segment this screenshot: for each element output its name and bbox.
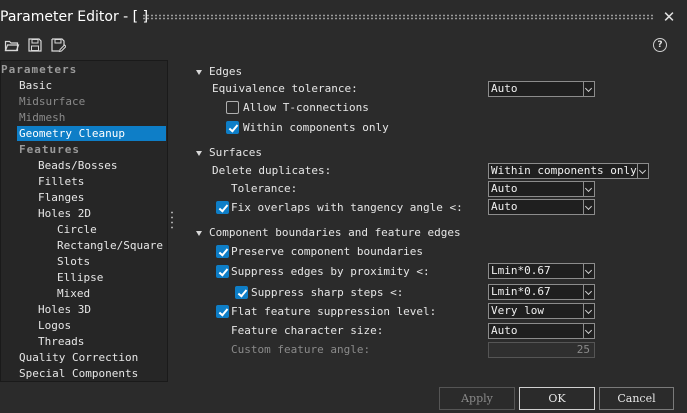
tolerance-value: Auto — [491, 182, 518, 195]
tolerance-label: Tolerance: — [231, 182, 298, 195]
tree-item-holes-3d[interactable]: Holes 3D — [38, 302, 91, 317]
open-folder-icon[interactable] — [4, 37, 20, 53]
collapse-arrow-icon[interactable] — [196, 70, 202, 75]
tree-item-circle[interactable]: Circle — [57, 222, 97, 237]
equivalence-tolerance-value: Auto — [491, 82, 518, 95]
flat-feature-label: Flat feature suppression level: — [231, 305, 437, 318]
delete-duplicates-value: Within components only — [491, 164, 637, 177]
collapse-arrow-icon[interactable] — [196, 231, 202, 236]
fix-overlaps-label: Fix overlaps with tangency angle <: — [231, 201, 463, 214]
save-as-icon[interactable] — [50, 37, 66, 53]
fix-overlaps-value: Auto — [491, 200, 518, 213]
tree-item-beads-bosses[interactable]: Beads/Bosses — [38, 158, 117, 173]
suppress-edges-value: Lmin*0.67 — [491, 264, 551, 277]
chevron-down-icon — [583, 200, 594, 214]
tree-item-threads[interactable]: Threads — [38, 334, 84, 349]
custom-feature-angle-value: 25 — [576, 343, 590, 356]
close-icon[interactable]: ✕ — [660, 8, 678, 26]
custom-feature-angle-label: Custom feature angle: — [231, 343, 371, 356]
tree-item-flanges[interactable]: Flanges — [38, 190, 84, 205]
window-title: Parameter Editor - [ ] — [0, 9, 149, 25]
suppress-edges-label: Suppress edges by proximity <: — [231, 265, 430, 278]
tree-group-parameters[interactable]: Parameters — [1, 62, 77, 77]
tree-item-rectangle-square[interactable]: Rectangle/Square — [57, 238, 163, 253]
chevron-down-icon — [583, 82, 594, 96]
section-title-surfaces: Surfaces — [209, 146, 262, 159]
chevron-down-icon — [583, 324, 594, 338]
section-title-component-boundaries: Component boundaries and feature edges — [209, 226, 461, 239]
help-icon[interactable]: ? — [653, 38, 667, 52]
tree-item-holes-2d[interactable]: Holes 2D — [38, 206, 91, 221]
feature-character-size-value: Auto — [491, 324, 518, 337]
tree-item-midmesh[interactable]: Midmesh — [19, 110, 65, 125]
title-bar-grip[interactable] — [142, 14, 654, 20]
tree-item-geometry-cleanup[interactable]: Geometry Cleanup — [17, 126, 166, 141]
delete-duplicates-select[interactable]: Within components only — [488, 163, 649, 179]
within-components-label: Within components only — [243, 121, 389, 134]
equivalence-tolerance-select[interactable]: Auto — [488, 81, 595, 97]
chevron-down-icon — [637, 164, 648, 178]
suppress-sharp-steps-value: Lmin*0.67 — [491, 285, 551, 298]
cancel-button[interactable]: Cancel — [599, 387, 674, 410]
equivalence-tolerance-label: Equivalence tolerance: — [212, 82, 358, 95]
custom-feature-angle-input[interactable]: 25 — [488, 342, 595, 358]
tree-item-slots[interactable]: Slots — [57, 254, 90, 269]
tree-group-features[interactable]: Features — [19, 142, 80, 157]
suppress-sharp-steps-checkbox[interactable] — [235, 286, 248, 299]
flat-feature-value: Very low — [491, 304, 544, 317]
within-components-checkbox[interactable] — [226, 121, 239, 134]
tolerance-select[interactable]: Auto — [488, 181, 595, 197]
chevron-down-icon — [583, 182, 594, 196]
delete-duplicates-label: Delete duplicates: — [212, 164, 332, 177]
save-icon[interactable] — [27, 37, 43, 53]
apply-button[interactable]: Apply — [439, 387, 515, 410]
tree-item-mixed[interactable]: Mixed — [57, 286, 90, 301]
tree-item-ellipse[interactable]: Ellipse — [57, 270, 103, 285]
flat-feature-checkbox[interactable] — [216, 305, 229, 318]
toolbar — [0, 34, 687, 58]
preserve-boundaries-checkbox[interactable] — [216, 245, 229, 258]
tree-item-special-components[interactable]: Special Components — [19, 366, 138, 381]
preserve-boundaries-label: Preserve component boundaries — [231, 245, 424, 258]
tree-item-midsurface[interactable]: Midsurface — [19, 94, 85, 109]
ok-button[interactable]: OK — [519, 387, 595, 410]
allow-t-connections-checkbox[interactable] — [226, 101, 239, 114]
suppress-sharp-steps-label: Suppress sharp steps <: — [251, 286, 404, 299]
fix-overlaps-checkbox[interactable] — [216, 201, 229, 214]
chevron-down-icon — [583, 285, 594, 299]
tree-item-logos[interactable]: Logos — [38, 318, 71, 333]
flat-feature-select[interactable]: Very low — [488, 303, 595, 319]
tree-item-fillets[interactable]: Fillets — [38, 174, 84, 189]
fix-overlaps-select[interactable]: Auto — [488, 199, 595, 215]
collapse-arrow-icon[interactable] — [196, 151, 202, 156]
feature-character-size-select[interactable]: Auto — [488, 323, 595, 339]
suppress-edges-select[interactable]: Lmin*0.67 — [488, 263, 595, 279]
allow-t-connections-label: Allow T-connections — [243, 101, 369, 114]
chevron-down-icon — [583, 304, 594, 318]
tree-item-basic[interactable]: Basic — [19, 78, 52, 93]
section-title-edges: Edges — [209, 65, 243, 78]
chevron-down-icon — [583, 264, 594, 278]
panel-splitter[interactable] — [170, 210, 174, 230]
tree-item-quality-correction[interactable]: Quality Correction — [19, 350, 138, 365]
suppress-sharp-steps-select[interactable]: Lmin*0.67 — [488, 284, 595, 300]
suppress-edges-checkbox[interactable] — [216, 265, 229, 278]
feature-character-size-label: Feature character size: — [231, 324, 384, 337]
